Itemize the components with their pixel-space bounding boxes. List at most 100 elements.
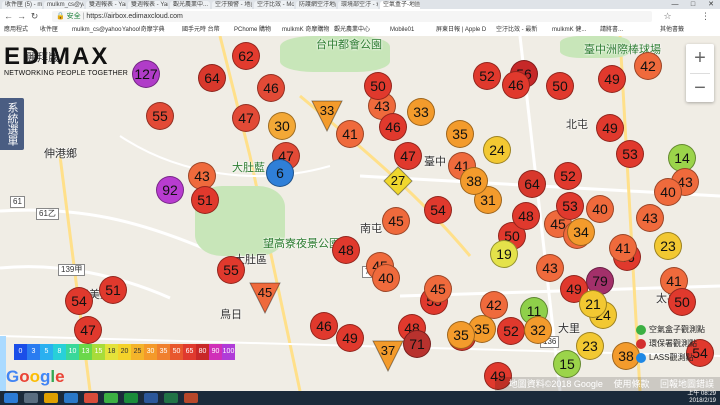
bookmark-item[interactable]: PChome 購物 — [234, 24, 271, 36]
aqi-marker[interactable]: 49 — [596, 114, 624, 142]
system-menu-button[interactable]: 系統選單 — [0, 98, 24, 150]
browser-tab[interactable]: 空氣盒子-地圖PM — [380, 1, 420, 9]
aqi-marker[interactable]: 23 — [576, 332, 604, 360]
firefox-icon[interactable] — [84, 393, 98, 403]
bookmark-item[interactable]: 請將書... — [600, 24, 623, 36]
aqi-marker[interactable]: 46 — [310, 312, 338, 340]
map-canvas[interactable]: 麗拜巖 伸港鄉 台中都會公園 大肚藍 望高寮夜景公園 大肚區 臺中洲際棒球場 北屯 臺中 南屯 太平… — [0, 36, 720, 391]
aqi-marker[interactable]: 42 — [634, 52, 662, 80]
aqi-marker[interactable]: 45 — [249, 282, 281, 315]
aqi-marker[interactable]: 19 — [490, 240, 518, 268]
aqi-marker[interactable]: 49 — [336, 324, 364, 352]
aqi-marker[interactable]: 30 — [268, 112, 296, 140]
aqi-marker[interactable]: 35 — [446, 120, 474, 148]
browser-tab[interactable]: 雙週報表 - Yahoo! — [128, 1, 168, 9]
aqi-marker[interactable]: 54 — [424, 196, 452, 224]
aqi-marker[interactable]: 53 — [556, 192, 584, 220]
aqi-marker[interactable]: 46 — [379, 113, 407, 141]
excel-icon[interactable] — [164, 393, 178, 403]
aqi-marker[interactable]: 53 — [616, 140, 644, 168]
aqi-marker[interactable]: 52 — [497, 317, 525, 345]
start-icon[interactable] — [4, 393, 18, 403]
minimize-icon[interactable]: — — [666, 0, 684, 9]
zoom-in-button[interactable]: + — [686, 44, 714, 73]
aqi-marker[interactable]: 40 — [586, 195, 614, 223]
aqi-marker[interactable]: 55 — [217, 256, 245, 284]
report-error-link[interactable]: 回報地圖錯誤 — [660, 379, 714, 389]
bookmark-item[interactable]: 國手元時 台幣 — [182, 24, 220, 36]
aqi-marker[interactable]: 43 — [536, 254, 564, 282]
aqi-marker[interactable]: 71 — [403, 330, 431, 358]
aqi-marker[interactable]: 92 — [156, 176, 184, 204]
back-icon[interactable]: ← — [3, 11, 14, 22]
aqi-marker[interactable]: 48 — [332, 236, 360, 264]
browser-tab[interactable]: 雙週報表 - Yahoo! — [86, 1, 126, 9]
browser-tab[interactable]: 空汙比效 - Mobile — [254, 1, 294, 9]
aqi-marker[interactable]: 47 — [232, 104, 260, 132]
bookmark-item[interactable]: mulkmK 奇摩購物 — [282, 24, 329, 36]
edge-icon[interactable] — [64, 393, 78, 403]
bookmark-item[interactable]: 收件匣 — [40, 24, 58, 36]
browser-tab[interactable]: 環境部空汙 - 賴... — [338, 1, 378, 9]
bookmark-item[interactable]: mulkmK 健... — [552, 24, 586, 36]
aqi-marker[interactable]: 33 — [407, 98, 435, 126]
aqi-marker[interactable]: 46 — [502, 71, 530, 99]
bookmark-star-icon[interactable]: ☆ — [662, 11, 673, 22]
aqi-marker[interactable]: 52 — [554, 162, 582, 190]
aqi-marker[interactable]: 21 — [579, 290, 607, 318]
browser-tab[interactable]: 觀光農業中... — [170, 1, 210, 9]
menu-icon[interactable]: ⋮ — [700, 11, 711, 22]
aqi-marker[interactable]: 51 — [191, 186, 219, 214]
zoom-out-button[interactable]: − — [686, 74, 714, 103]
maximize-icon[interactable]: □ — [684, 0, 702, 9]
aqi-marker[interactable]: 127 — [132, 60, 160, 88]
aqi-marker[interactable]: 64 — [518, 170, 546, 198]
aqi-marker[interactable]: 38 — [460, 167, 488, 195]
aqi-marker[interactable]: 34 — [567, 218, 595, 246]
bookmark-item[interactable]: Mobile01 — [390, 24, 414, 36]
line-icon[interactable] — [124, 393, 138, 403]
aqi-marker[interactable]: 40 — [654, 178, 682, 206]
aqi-marker[interactable]: 50 — [546, 72, 574, 100]
aqi-marker[interactable]: 37 — [372, 340, 404, 373]
aqi-marker[interactable]: 64 — [198, 64, 226, 92]
terms-link[interactable]: 使用條款 — [613, 379, 649, 389]
aqi-marker[interactable]: 41 — [336, 120, 364, 148]
powerpoint-icon[interactable] — [184, 393, 198, 403]
aqi-marker[interactable]: 54 — [65, 287, 93, 315]
aqi-marker[interactable]: 45 — [424, 275, 452, 303]
aqi-marker[interactable]: 55 — [146, 102, 174, 130]
aqi-marker[interactable]: 46 — [257, 74, 285, 102]
browser-tab[interactable]: 防護網空汙地圖 — [296, 1, 336, 9]
bookmark-item[interactable]: 屏東日報 | Apple D — [436, 24, 486, 36]
url-input[interactable]: 🔒 安全 | https://airbox.edimaxcloud.com — [52, 11, 652, 22]
browser-tab[interactable]: 空汙預警 - 地圖 NC — [212, 1, 252, 9]
bookmark-item[interactable]: Yahoo!奇摩字典 — [122, 24, 165, 36]
aqi-marker[interactable]: 40 — [372, 264, 400, 292]
aqi-marker[interactable]: 52 — [473, 62, 501, 90]
task-view-icon[interactable] — [24, 393, 38, 403]
aqi-marker[interactable]: 35 — [447, 321, 475, 349]
system-clock[interactable]: 上午 08:29 2018/2/19 — [687, 391, 716, 405]
word-icon[interactable] — [144, 393, 158, 403]
file-explorer-icon[interactable] — [44, 393, 58, 403]
reload-icon[interactable]: ↻ — [29, 11, 40, 22]
aqi-marker[interactable]: 45 — [382, 207, 410, 235]
aqi-marker[interactable]: 51 — [99, 276, 127, 304]
aqi-marker[interactable]: 41 — [609, 234, 637, 262]
aqi-marker[interactable]: 27 — [383, 166, 413, 196]
aqi-marker[interactable]: 15 — [553, 350, 581, 378]
bookmark-item[interactable]: mulkm_cs@yahoo — [72, 24, 121, 36]
aqi-marker[interactable]: 32 — [524, 316, 552, 344]
aqi-marker[interactable]: 43 — [636, 204, 664, 232]
aqi-marker[interactable]: 6 — [266, 159, 294, 187]
aqi-marker[interactable]: 62 — [232, 42, 260, 70]
aqi-marker[interactable]: 23 — [654, 232, 682, 260]
browser-tab[interactable]: 收件匣 (5) - mulkm — [2, 1, 42, 9]
aqi-marker[interactable]: 50 — [364, 72, 392, 100]
aqi-marker[interactable]: 47 — [74, 316, 102, 344]
chrome-icon[interactable] — [104, 393, 118, 403]
aqi-marker[interactable]: 24 — [483, 136, 511, 164]
bookmark-item[interactable]: 空汙比效 - 最新 — [496, 24, 537, 36]
aqi-marker[interactable]: 50 — [668, 288, 696, 316]
